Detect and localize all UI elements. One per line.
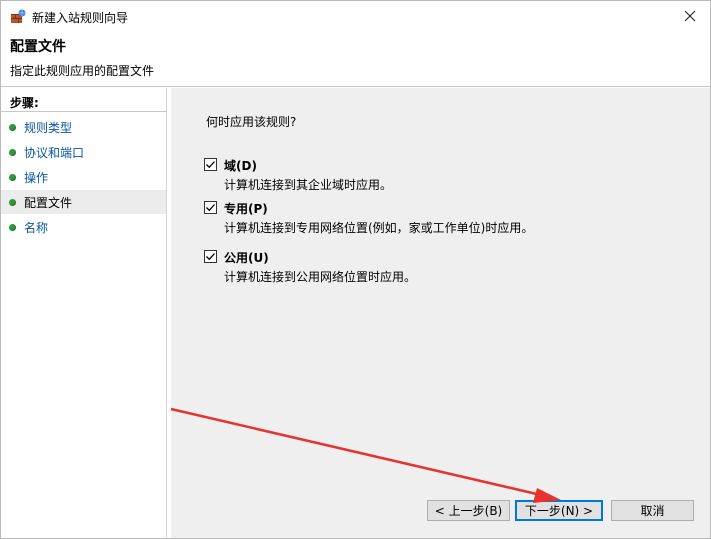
step-bullet-icon — [9, 148, 16, 156]
wizard-header: 配置文件 指定此规则应用的配置文件 — [1, 32, 710, 87]
window-title: 新建入站规则向导 — [32, 11, 129, 25]
step-bullet-icon — [9, 223, 16, 231]
cancel-button-label: 取消 — [640, 504, 665, 518]
back-button-label: < 上一步(B) — [434, 504, 503, 518]
domain-label[interactable]: 域(D) — [224, 157, 257, 174]
domain-checkbox[interactable] — [204, 158, 217, 171]
checkmark-icon — [206, 161, 215, 169]
steps-heading: 步骤: — [10, 96, 39, 110]
close-icon — [684, 10, 696, 22]
checkmark-icon — [206, 253, 215, 261]
step-label: 协议和端口 — [24, 145, 85, 160]
public-description: 计算机连接到公用网络位置时应用。 — [224, 270, 417, 284]
steps-divider — [1, 111, 167, 112]
content-panel: 何时应用该规则? 域(D) 计算机连接到其企业域时应用。 专用(P) 计算机连接… — [171, 88, 710, 538]
next-button-label: 下一步(N) > — [524, 504, 594, 518]
private-label[interactable]: 专用(P) — [224, 200, 268, 217]
step-label: 操作 — [24, 170, 49, 185]
close-button[interactable] — [676, 4, 704, 28]
wizard-window: 新建入站规则向导 配置文件 指定此规则应用的配置文件 步骤: 规则类型 协议和端… — [0, 0, 711, 539]
back-button[interactable]: < 上一步(B) — [427, 500, 510, 521]
step-bullet-icon — [9, 198, 16, 206]
next-button[interactable]: 下一步(N) > — [515, 500, 603, 521]
step-rule-type[interactable]: 规则类型 — [1, 115, 166, 139]
step-bullet-icon — [9, 173, 16, 181]
step-bullet-icon — [9, 123, 16, 131]
step-label: 配置文件 — [24, 195, 73, 210]
domain-description: 计算机连接到其企业域时应用。 — [224, 178, 393, 192]
private-checkbox[interactable] — [204, 201, 217, 214]
page-title: 配置文件 — [10, 39, 66, 55]
page-subtitle: 指定此规则应用的配置文件 — [10, 64, 155, 78]
cancel-button[interactable]: 取消 — [611, 500, 694, 521]
step-label: 名称 — [24, 220, 49, 235]
step-profile[interactable]: 配置文件 — [1, 190, 166, 214]
firewall-icon — [10, 9, 26, 25]
step-protocol-ports[interactable]: 协议和端口 — [1, 140, 166, 164]
private-description: 计算机连接到专用网络位置(例如，家或工作单位)时应用。 — [224, 221, 534, 235]
question-text: 何时应用该规则? — [206, 115, 297, 129]
public-label[interactable]: 公用(U) — [224, 249, 269, 266]
step-name[interactable]: 名称 — [1, 215, 166, 239]
step-action[interactable]: 操作 — [1, 165, 166, 189]
title-bar: 新建入站规则向导 — [1, 1, 710, 32]
checkmark-icon — [206, 204, 215, 212]
steps-panel: 步骤: 规则类型 协议和端口 操作 配置文件 名称 — [1, 88, 167, 538]
public-checkbox[interactable] — [204, 250, 217, 263]
step-label: 规则类型 — [24, 120, 73, 135]
